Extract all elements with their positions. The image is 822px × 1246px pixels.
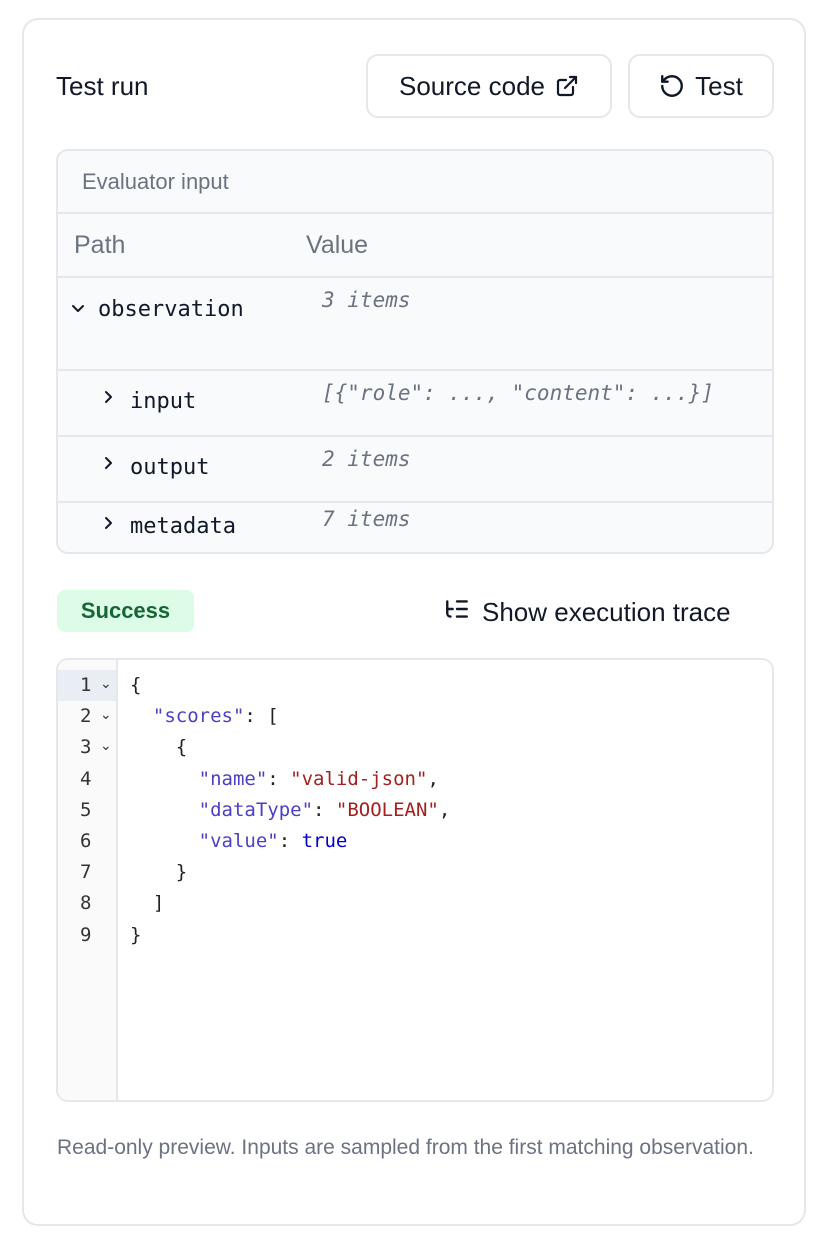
line-number-text: 5 bbox=[80, 798, 92, 821]
json-punctuation: , bbox=[438, 798, 451, 821]
row-key: observation bbox=[98, 297, 244, 322]
line-number: 9 bbox=[58, 920, 116, 951]
test-button[interactable]: Test bbox=[628, 54, 774, 118]
line-number-text: 8 bbox=[80, 892, 92, 915]
panel-title: Test run bbox=[56, 71, 149, 101]
status-badge: Success bbox=[57, 590, 194, 632]
json-punctuation: : bbox=[267, 767, 291, 790]
external-link-icon bbox=[555, 74, 579, 98]
code-line: } bbox=[130, 857, 187, 888]
json-punctuation: , bbox=[427, 767, 439, 790]
line-number: 7 bbox=[58, 857, 116, 888]
row-key: input bbox=[130, 389, 197, 414]
line-number-text: 1 bbox=[80, 674, 92, 696]
result-code-editor[interactable]: 1 ⌄ 2 ⌄ 3 ⌄ 4 5 6 7 8 9 { "scores": [ { "name": "va… bbox=[56, 658, 774, 1102]
show-execution-trace-button[interactable]: Show execution trace bbox=[444, 592, 731, 632]
json-punctuation: } bbox=[130, 923, 142, 946]
fold-chevron-icon[interactable]: ⌄ bbox=[100, 707, 112, 723]
json-key: "value" bbox=[198, 830, 279, 852]
line-number-gutter: 1 ⌄ 2 ⌄ 3 ⌄ 4 5 6 7 8 9 bbox=[58, 660, 118, 1100]
line-number: 2 ⌄ bbox=[58, 701, 116, 732]
line-number: 1 ⌄ bbox=[58, 670, 116, 701]
line-number-text: 7 bbox=[80, 861, 92, 884]
table-row-output[interactable]: output 2 items bbox=[58, 437, 772, 503]
chevron-down-icon[interactable] bbox=[70, 300, 86, 321]
table-row-observation[interactable]: observation 3 items bbox=[58, 278, 772, 371]
line-number: 4 bbox=[58, 764, 116, 795]
line-number: 3 ⌄ bbox=[58, 732, 116, 763]
panel-header: Test run Source code Test bbox=[56, 54, 774, 118]
code-line: { bbox=[130, 732, 187, 763]
code-line: "name": "valid-json", bbox=[130, 764, 439, 795]
row-value: [{"role": ..., "content": ...}] bbox=[322, 381, 714, 405]
code-line: "value": true bbox=[130, 826, 348, 857]
table-row-input[interactable]: input [{"role": ..., "content": ...}] bbox=[58, 371, 772, 437]
code-line: } bbox=[130, 920, 141, 951]
line-number: 8 bbox=[58, 888, 116, 919]
json-key: "name" bbox=[198, 767, 268, 790]
evaluator-input-caption: Evaluator input bbox=[58, 151, 772, 214]
json-punctuation: ] bbox=[152, 892, 165, 915]
json-punctuation: : bbox=[278, 830, 302, 852]
test-run-panel: Test run Source code Test Evaluator inpu… bbox=[22, 18, 806, 1226]
footnote-text: Read-only preview. Inputs are sampled fr… bbox=[57, 1136, 754, 1159]
line-number-text: 2 bbox=[80, 705, 92, 728]
table-row-metadata[interactable]: metadata 7 items bbox=[58, 503, 772, 552]
line-number-text: 4 bbox=[80, 767, 92, 790]
json-punctuation: : bbox=[313, 798, 336, 821]
chevron-right-icon[interactable] bbox=[100, 455, 116, 476]
json-punctuation: } bbox=[175, 861, 188, 884]
show-execution-trace-label: Show execution trace bbox=[482, 596, 731, 627]
json-boolean: true bbox=[301, 830, 348, 852]
json-punctuation: : [ bbox=[244, 705, 279, 728]
code-line: { bbox=[130, 670, 141, 701]
table-header: Path Value bbox=[58, 214, 772, 278]
line-number-text: 9 bbox=[80, 923, 92, 946]
code-line: "scores": [ bbox=[130, 701, 279, 732]
path-column-header: Path bbox=[74, 230, 126, 259]
chevron-right-icon[interactable] bbox=[100, 389, 116, 410]
list-tree-icon bbox=[444, 596, 470, 629]
test-label: Test bbox=[695, 70, 743, 101]
code-line: ] bbox=[130, 888, 164, 919]
json-key: "scores" bbox=[152, 705, 245, 728]
fold-chevron-icon[interactable]: ⌄ bbox=[100, 676, 112, 692]
line-number: 5 bbox=[58, 795, 116, 826]
row-key: metadata bbox=[130, 514, 236, 539]
json-string: "valid-json" bbox=[290, 767, 428, 790]
code-line: "dataType": "BOOLEAN", bbox=[130, 795, 451, 826]
source-code-label: Source code bbox=[399, 70, 545, 101]
row-value: 3 items bbox=[322, 288, 411, 312]
evaluator-input-table: Evaluator input Path Value observation 3… bbox=[56, 149, 774, 554]
source-code-button[interactable]: Source code bbox=[366, 54, 612, 118]
json-key: "dataType" bbox=[198, 798, 314, 821]
line-number: 6 bbox=[58, 826, 116, 857]
rotate-ccw-icon bbox=[659, 73, 685, 99]
row-value: 2 items bbox=[322, 447, 411, 471]
row-value: 7 items bbox=[322, 507, 411, 531]
json-punctuation: { bbox=[175, 736, 188, 759]
chevron-right-icon[interactable] bbox=[100, 515, 116, 536]
row-key: output bbox=[130, 455, 210, 480]
value-column-header: Value bbox=[306, 230, 369, 259]
fold-chevron-icon[interactable]: ⌄ bbox=[100, 738, 112, 754]
line-number-text: 6 bbox=[80, 830, 92, 852]
json-string: "BOOLEAN" bbox=[335, 798, 439, 821]
line-number-text: 3 bbox=[80, 736, 92, 759]
json-punctuation: { bbox=[130, 674, 142, 696]
